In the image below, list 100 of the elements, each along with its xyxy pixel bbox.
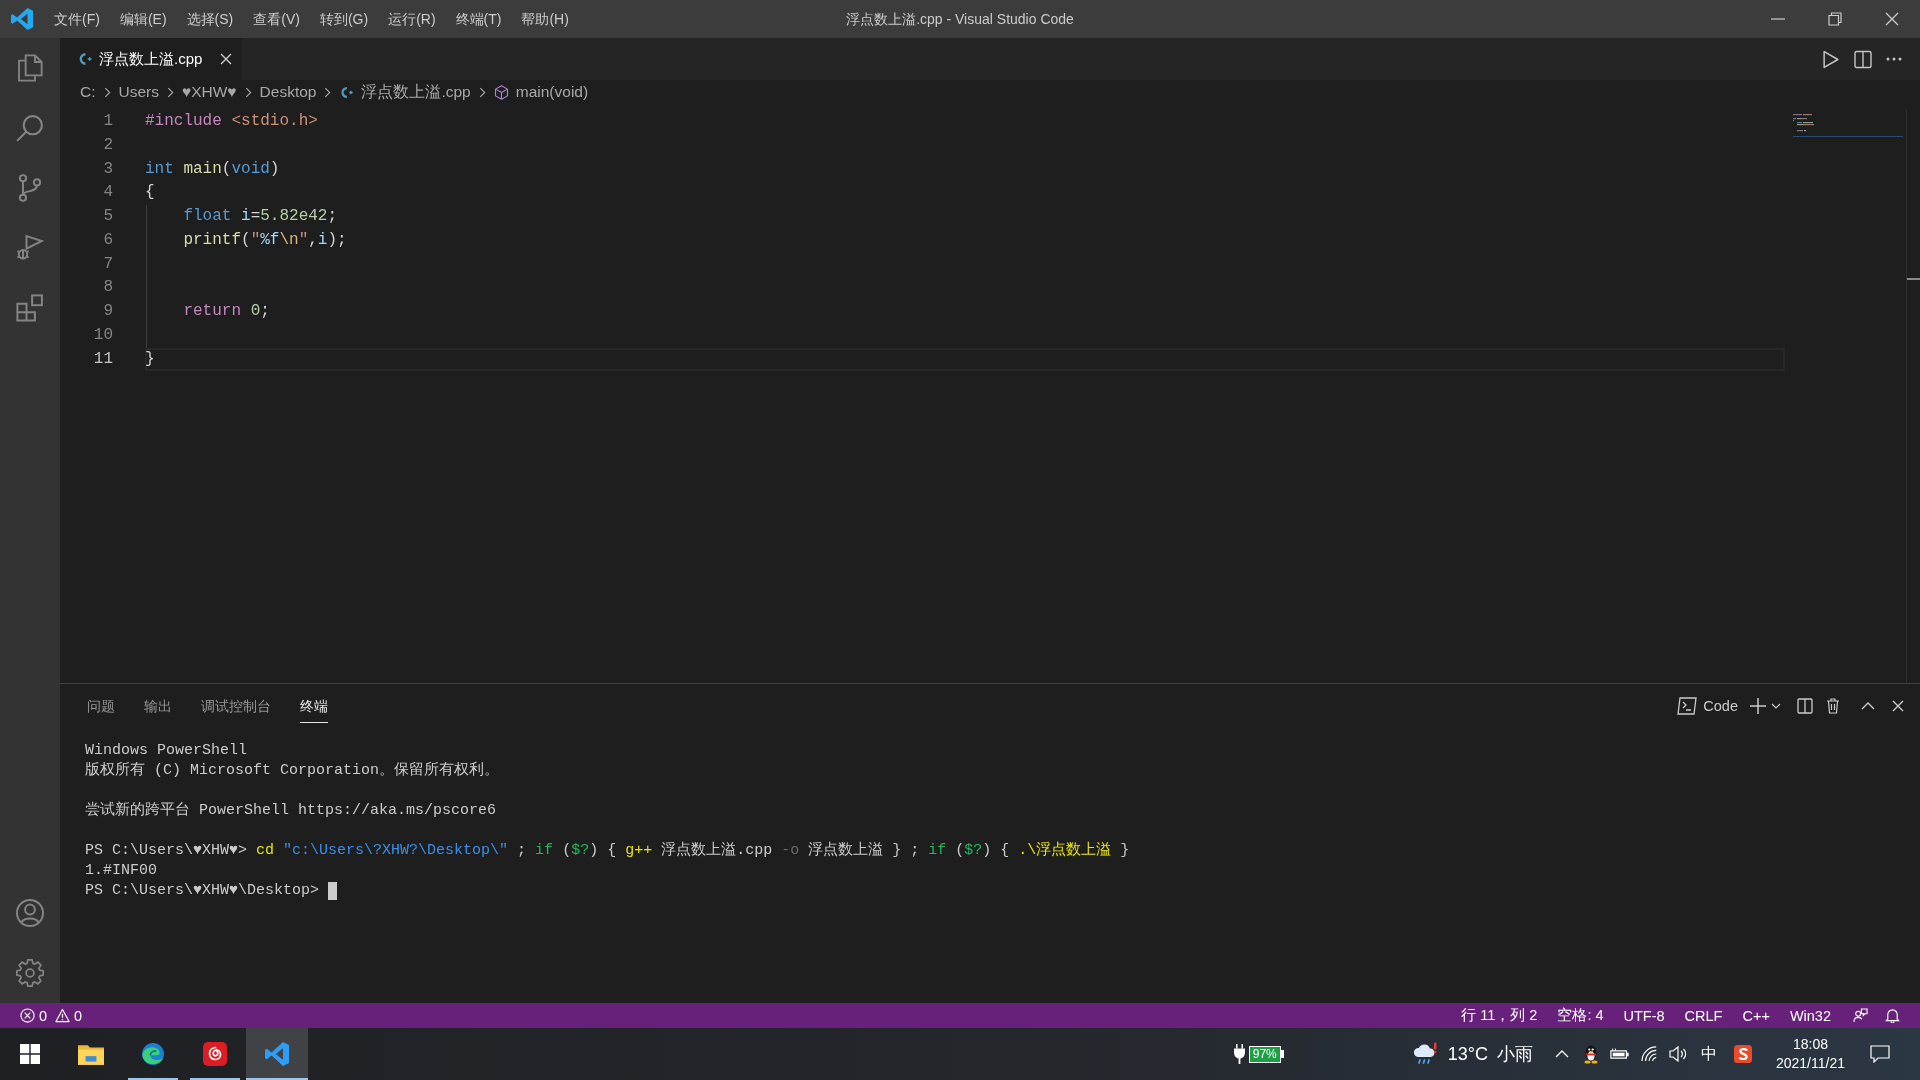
line-number: 5 [102,206,113,227]
cursor-marker-icon [1907,278,1920,280]
minimize-icon[interactable] [1770,18,1785,20]
blocks-icon[interactable] [16,294,44,322]
clock-date[interactable]: 2021/11/21 [1775,1054,1845,1073]
menu-item[interactable]: 终端(T) [445,0,512,38]
code-line: { [145,182,155,204]
play-icon[interactable] [1822,49,1840,69]
status-item[interactable]: CRLF [1674,1007,1733,1024]
message-icon[interactable] [1870,1045,1890,1063]
terminal-line: PS C:\Users\♥XHW♥\Desktop> [85,881,321,901]
terminal-line: PS C:\Users\♥XHW♥> cd "c:\Users\?XHW?\Desktop\" ; if ($?) { g++ 浮点数上溢.cpp -o 浮点数上溢 } ; if ($?) { .\浮点数上溢 } [85,841,1130,861]
search-icon[interactable] [16,114,44,142]
swoosh-logo-icon[interactable] [1733,1045,1752,1063]
breadcrumb-item[interactable]: Desktop [259,83,317,101]
breadcrumb-item[interactable]: Users [118,83,159,101]
warning-icon[interactable] [55,1008,71,1023]
restore-icon[interactable] [1827,12,1842,26]
menu-item[interactable]: 运行(R) [378,0,446,38]
minimap[interactable] [1793,114,1903,138]
battery-icon[interactable] [1609,1047,1630,1061]
panel-tab[interactable]: 问题 [87,688,115,723]
penguin-icon[interactable] [1582,1044,1599,1064]
status-item[interactable]: Win32 [1779,1007,1841,1024]
line-number: 3 [102,158,113,180]
error-count[interactable]: 0 [39,1007,48,1024]
close-icon[interactable] [1884,12,1899,26]
menu-item[interactable]: 查看(V) [243,0,310,38]
taskbar-button[interactable] [246,1028,308,1080]
warning-count[interactable]: 0 [74,1007,83,1024]
code-line: return 0; [183,301,270,322]
temperature-text[interactable]: 13°C [1447,1043,1488,1065]
split-view-icon[interactable] [1854,49,1872,69]
breadcrumb-item[interactable]: 浮点数上溢.cpp [339,81,471,103]
chevron-down-icon[interactable] [1771,703,1781,709]
folder-icon [78,1042,104,1066]
menu-item[interactable]: 选择(S) [176,0,244,38]
line-number: 6 [102,229,113,251]
code-line: float i=5.82e42; [183,206,338,227]
menu-item[interactable]: 转到(G) [309,0,379,38]
chevron-up-icon[interactable] [1861,702,1875,710]
cube-icon [493,84,509,100]
code-line: printf("%f\n",i); [183,229,347,251]
feedback-icon[interactable] [1853,1008,1868,1023]
breadcrumb-item[interactable]: main(void) [493,83,589,101]
close-icon[interactable] [1892,700,1904,712]
chevron-right-icon [324,86,332,98]
menu-item[interactable]: 编辑(E) [109,0,177,38]
line-number: 10 [92,324,113,346]
code-line: int main(void) [145,158,280,180]
chevron-right-icon [167,86,174,98]
clock-time[interactable]: 18:08 [1792,1035,1828,1054]
spiral-logo-icon [202,1042,228,1066]
cpp-file-icon [339,84,355,100]
terminal-selector[interactable]: Code [1677,697,1738,715]
speaker-icon[interactable] [1668,1046,1687,1062]
status-item[interactable]: 行 11，列 2 [1451,1006,1548,1025]
weather-text[interactable]: 小雨 [1496,1042,1533,1066]
line-number: 8 [102,277,113,299]
play-bug-icon[interactable] [16,234,44,262]
bell-icon[interactable] [1885,1008,1900,1023]
cloud-rain-icon[interactable] [1411,1042,1438,1066]
panel-tab[interactable]: 调试控制台 [201,688,271,723]
menu-item[interactable]: 文件(F) [44,0,110,38]
status-item[interactable]: C++ [1732,1007,1780,1024]
editor-tab[interactable]: 浮点数上溢.cpp [60,38,243,80]
terminal-line: 尝试新的跨平台 PowerShell https://aka.ms/pscore6 [85,801,497,821]
account-icon[interactable] [16,899,44,927]
close-icon[interactable] [220,53,233,65]
wifi-icon[interactable] [1640,1046,1659,1062]
menu-item[interactable]: 帮助(H) [511,0,579,38]
app-logo-icon [264,1042,290,1066]
battery-indicator: 97% [1248,1045,1284,1063]
panel-tab[interactable]: 输出 [144,688,172,723]
window-title: 浮点数上溢.cpp - Visual Studio Code [846,10,1074,29]
line-number: 1 [102,111,113,132]
chevron-right-icon [478,86,486,98]
line-number: 2 [102,134,113,156]
ellipsis-icon[interactable] [1886,57,1902,61]
swirl-icon [140,1042,166,1066]
line-number: 7 [102,253,113,275]
panel-tab[interactable]: 终端 [300,688,328,723]
plug-icon [1233,1044,1245,1064]
windows-logo-icon[interactable] [20,1044,40,1064]
error-icon[interactable] [20,1008,35,1023]
status-item[interactable]: 空格: 4 [1547,1006,1614,1025]
plus-icon[interactable] [1750,698,1766,714]
input-method-indicator[interactable]: 中 [1700,1043,1717,1065]
trash-icon[interactable] [1825,698,1841,714]
split-view-icon[interactable] [1797,698,1813,714]
line-number: 4 [102,182,113,204]
files-icon[interactable] [16,54,44,82]
breadcrumb-item[interactable]: ♥XHW♥ [182,83,237,101]
line-number: 9 [102,301,113,322]
code-line: } [145,348,155,370]
breadcrumb-item[interactable]: C: [80,83,96,101]
status-item[interactable]: UTF-8 [1613,1007,1675,1024]
branch-icon[interactable] [16,174,44,202]
settings-icon[interactable] [16,959,44,987]
code-line: #include <stdio.h> [145,111,318,132]
